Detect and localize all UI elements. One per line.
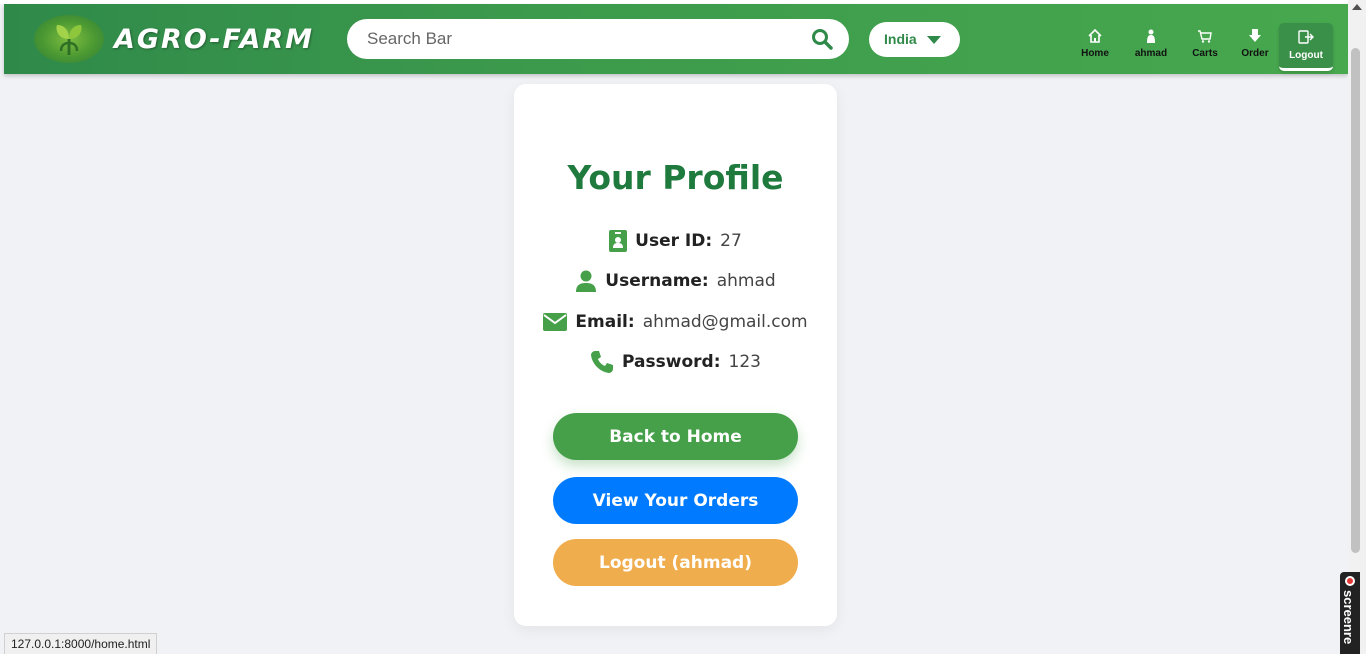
profile-card: Your Profile User ID: 27 Username: ahmad… bbox=[514, 84, 837, 626]
phone-icon bbox=[590, 350, 614, 374]
view-orders-button[interactable]: View Your Orders bbox=[553, 477, 798, 524]
cart-icon bbox=[1189, 28, 1221, 46]
logout-icon bbox=[1298, 30, 1314, 49]
nav-home-label: Home bbox=[1081, 48, 1109, 59]
user-id-label: User ID: bbox=[635, 231, 713, 251]
brand-title[interactable]: AGRO-FARM bbox=[114, 24, 314, 55]
username-row: Username: ahmad bbox=[514, 270, 837, 292]
home-icon bbox=[1080, 28, 1110, 46]
navbar: AGRO-FARM India Home ahmad Carts bbox=[4, 4, 1348, 74]
country-label: India bbox=[884, 31, 917, 47]
page-title: Your Profile bbox=[567, 158, 784, 197]
nav-order-label: Order bbox=[1241, 48, 1269, 59]
logo[interactable] bbox=[34, 15, 104, 63]
search-bar bbox=[347, 19, 849, 59]
nav-home[interactable]: Home bbox=[1080, 28, 1110, 68]
nav-logout[interactable]: Logout bbox=[1279, 23, 1333, 71]
email-value: ahmad@gmail.com bbox=[642, 312, 808, 332]
password-value: 123 bbox=[728, 352, 761, 372]
search-input[interactable] bbox=[367, 27, 787, 51]
nav-carts[interactable]: Carts bbox=[1189, 28, 1221, 68]
user-id-row: User ID: 27 bbox=[514, 230, 837, 252]
back-to-home-button[interactable]: Back to Home bbox=[553, 413, 798, 460]
username-label: Username: bbox=[605, 271, 709, 291]
nav-logout-label: Logout bbox=[1289, 50, 1323, 61]
screen-recorder-tab[interactable]: screenre bbox=[1340, 572, 1360, 654]
envelope-icon bbox=[543, 313, 568, 331]
nav-user-label: ahmad bbox=[1134, 48, 1168, 59]
search-icon[interactable] bbox=[811, 28, 833, 55]
nav-user[interactable]: ahmad bbox=[1131, 28, 1171, 68]
email-label: Email: bbox=[575, 312, 635, 332]
status-url: 127.0.0.1:8000/home.html bbox=[4, 633, 158, 654]
order-icon bbox=[1237, 28, 1273, 46]
recorder-label: screenre bbox=[1341, 590, 1356, 645]
nav-carts-label: Carts bbox=[1192, 48, 1218, 59]
record-dot-icon bbox=[1345, 576, 1355, 586]
sprout-logo-icon bbox=[56, 25, 82, 55]
logout-button[interactable]: Logout (ahmad) bbox=[553, 539, 798, 586]
user-icon bbox=[575, 270, 597, 292]
password-row: Password: 123 bbox=[514, 350, 837, 374]
id-card-icon bbox=[609, 230, 628, 252]
password-label: Password: bbox=[622, 352, 721, 372]
user-icon bbox=[1131, 28, 1171, 46]
scrollbar-thumb[interactable] bbox=[1351, 48, 1360, 553]
user-id-value: 27 bbox=[720, 231, 742, 251]
username-value: ahmad bbox=[716, 271, 776, 291]
nav-order[interactable]: Order bbox=[1237, 28, 1273, 68]
chevron-down-icon bbox=[927, 36, 941, 44]
scroll-up-arrow-icon[interactable] bbox=[1352, 4, 1362, 10]
email-row: Email: ahmad@gmail.com bbox=[514, 312, 837, 332]
country-select[interactable]: India bbox=[869, 22, 960, 57]
